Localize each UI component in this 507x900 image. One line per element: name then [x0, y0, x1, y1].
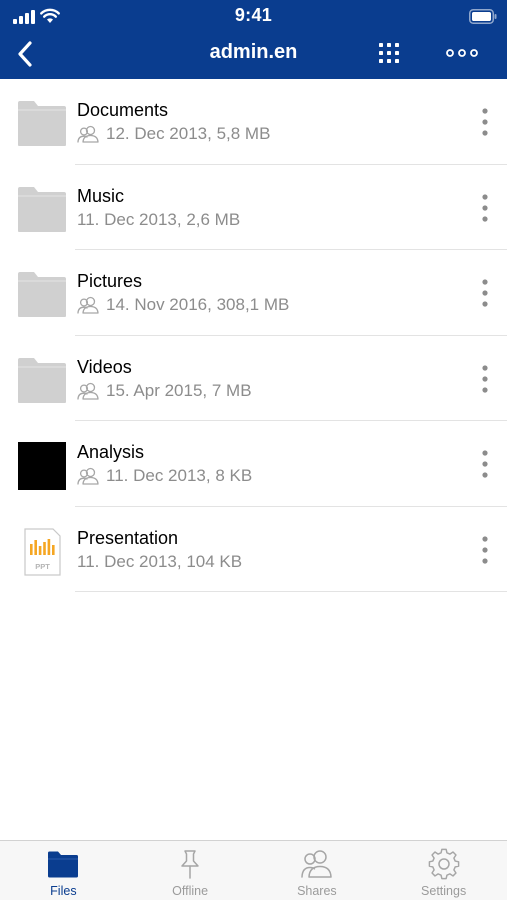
file-row-pictures[interactable]: Pictures 14. Nov 2016, 308,1 MB [0, 250, 507, 336]
shared-users-icon [77, 125, 99, 143]
vertical-ellipsis-icon[interactable] [470, 362, 500, 396]
shared-users-icon [77, 382, 99, 400]
file-row-presentation[interactable]: PPT Presentation 11. Dec 2013, 104 KB [0, 507, 507, 592]
file-meta: 11. Dec 2013, 8 KB [106, 466, 253, 485]
folder-icon [18, 186, 66, 232]
header-bar: 9:41 admin.en [0, 0, 507, 79]
file-name: Pictures [77, 271, 143, 291]
file-list: Documents 12. Dec 2013, 5,8 MB Music 11.… [0, 79, 507, 592]
more-options-icon[interactable] [444, 38, 480, 68]
ppt-badge: PPT [35, 562, 50, 571]
file-name: Documents [77, 100, 169, 120]
pin-icon [181, 850, 199, 879]
file-meta: 14. Nov 2016, 308,1 MB [106, 295, 290, 314]
file-meta: 11. Dec 2013, 2,6 MB [77, 209, 241, 229]
file-name: Presentation [77, 527, 179, 548]
status-bar: 9:41 [0, 0, 507, 32]
file-meta: 12. Dec 2013, 5,8 MB [106, 124, 271, 143]
file-name: Videos [77, 356, 132, 377]
vertical-ellipsis-icon[interactable] [470, 447, 500, 481]
folder-icon [18, 101, 66, 146]
ppt-file-icon: PPT [24, 527, 61, 576]
image-thumbnail [18, 442, 66, 490]
tab-label: Offline [172, 884, 209, 898]
file-meta: 11. Dec 2013, 104 KB [77, 551, 243, 571]
vertical-ellipsis-icon[interactable] [470, 105, 500, 139]
tab-label: Settings [421, 884, 467, 898]
tab-files[interactable]: Files [0, 841, 127, 900]
page-title: admin.en [209, 41, 298, 63]
tab-settings[interactable]: Settings [380, 841, 507, 900]
tab-label: Files [50, 884, 77, 898]
status-time: 9:41 [234, 5, 273, 25]
tab-label: Shares [297, 884, 337, 898]
row-divider [75, 591, 507, 592]
gear-icon [428, 848, 459, 880]
folder-icon [18, 272, 66, 317]
vertical-ellipsis-icon[interactable] [470, 533, 500, 567]
file-row-documents[interactable]: Documents 12. Dec 2013, 5,8 MB [0, 79, 507, 165]
shared-users-icon [77, 296, 99, 314]
file-row-videos[interactable]: Videos 15. Apr 2015, 7 MB [0, 336, 507, 421]
folder-icon [18, 357, 66, 403]
vertical-ellipsis-icon[interactable] [470, 276, 500, 310]
tab-offline[interactable]: Offline [127, 841, 254, 900]
tab-bar: Files Offline Shares Settings [0, 840, 507, 900]
grid-view-icon[interactable] [374, 38, 404, 68]
file-row-music[interactable]: Music 11. Dec 2013, 2,6 MB [0, 165, 507, 250]
navigation-bar: admin.en [0, 32, 507, 79]
vertical-ellipsis-icon[interactable] [470, 191, 500, 225]
shared-users-icon [77, 467, 99, 485]
file-row-analysis[interactable]: Analysis 11. Dec 2013, 8 KB [0, 421, 507, 507]
users-icon [301, 850, 332, 878]
battery-icon [469, 9, 497, 24]
file-name: Analysis [77, 442, 145, 462]
tab-shares[interactable]: Shares [254, 841, 381, 900]
file-name: Music [77, 185, 125, 206]
folder-icon [48, 851, 79, 878]
file-meta: 15. Apr 2015, 7 MB [106, 380, 252, 400]
